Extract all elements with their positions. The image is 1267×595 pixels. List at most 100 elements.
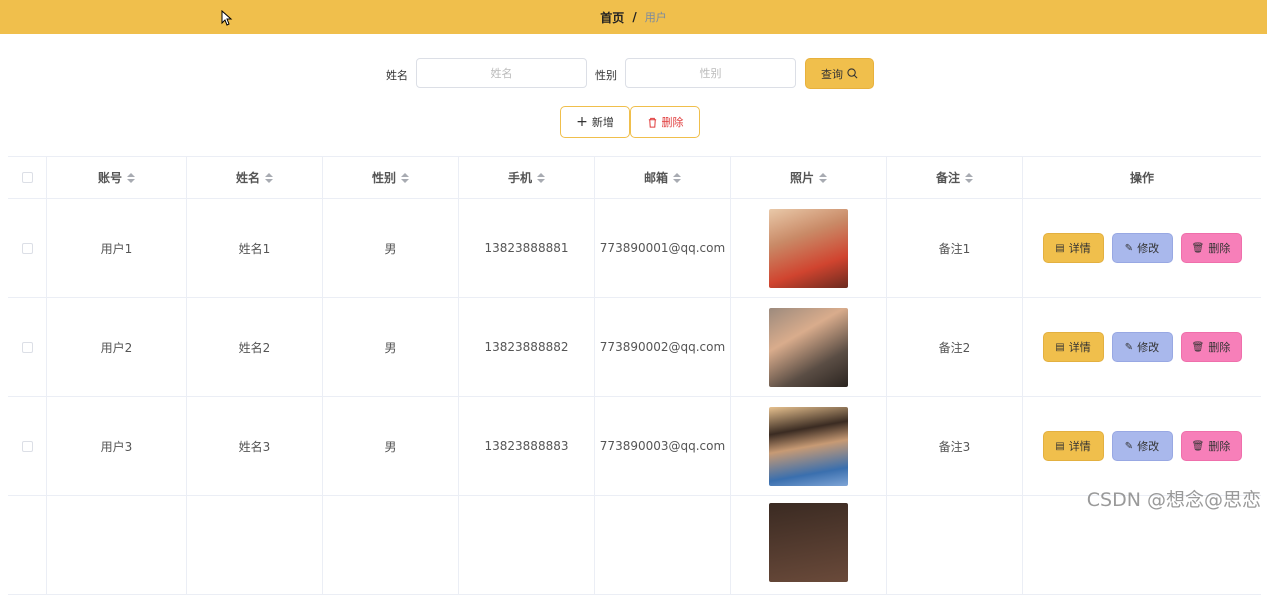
trash-icon <box>648 117 656 128</box>
delete-button[interactable]: 🗑 删除 <box>1180 233 1242 263</box>
sort-icon[interactable] <box>265 172 273 183</box>
cell-photo <box>731 496 887 594</box>
header-gender[interactable]: 性别 <box>323 157 459 198</box>
cell-gender: 男 <box>323 298 459 396</box>
cell-photo <box>731 298 887 396</box>
sort-icon[interactable] <box>819 172 827 183</box>
breadcrumb-home[interactable]: 首页 <box>600 9 624 26</box>
cell-remark <box>887 496 1023 594</box>
cell-name: 姓名1 <box>187 199 323 297</box>
name-label: 姓名 <box>386 69 408 82</box>
header-operation: 操作 <box>1023 157 1261 198</box>
batch-delete-button[interactable]: 删除 <box>630 106 700 138</box>
user-photo[interactable] <box>769 307 848 387</box>
delete-button[interactable]: 🗑 删除 <box>1180 431 1242 461</box>
cell-phone: 13823888882 <box>459 298 595 396</box>
user-photo[interactable] <box>769 406 848 486</box>
document-icon: ▤ <box>1055 242 1065 254</box>
header-account[interactable]: 账号 <box>47 157 187 198</box>
breadcrumb-current: 用户 <box>644 11 667 24</box>
row-checkbox[interactable] <box>21 242 33 254</box>
cell-email: 773890001@qq.com <box>595 199 731 297</box>
cell-phone <box>459 496 595 594</box>
cell-email: 773890003@qq.com <box>595 397 731 495</box>
header-remark-label: 备注 <box>935 171 960 185</box>
table-row-partial <box>8 496 1261 595</box>
cell-photo <box>731 199 887 297</box>
select-all-checkbox[interactable] <box>21 172 33 183</box>
cell-account <box>47 496 187 594</box>
gender-input[interactable] <box>625 58 796 88</box>
table-row: 用户3 姓名3 男 13823888883 773890003@qq.com 备… <box>8 397 1261 496</box>
detail-button[interactable]: ▤ 详情 <box>1042 233 1104 263</box>
cell-name: 姓名3 <box>187 397 323 495</box>
search-bar: 姓名 性别 查询 <box>0 58 1267 90</box>
edit-button[interactable]: ✎ 修改 <box>1111 233 1173 263</box>
detail-label: 详情 <box>1068 341 1091 354</box>
header-phone-label: 手机 <box>507 171 532 185</box>
header-name[interactable]: 姓名 <box>187 157 323 198</box>
header-remark[interactable]: 备注 <box>887 157 1023 198</box>
batch-delete-label: 删除 <box>661 116 684 129</box>
delete-label: 删除 <box>1208 341 1231 354</box>
detail-label: 详情 <box>1068 242 1091 255</box>
edit-label: 修改 <box>1137 341 1160 354</box>
cell-account: 用户3 <box>47 397 187 495</box>
cell-account: 用户1 <box>47 199 187 297</box>
user-photo[interactable] <box>769 208 848 288</box>
header-account-label: 账号 <box>97 171 122 185</box>
header-select-cell <box>8 157 47 198</box>
trash-icon: 🗑 <box>1191 341 1205 353</box>
cell-gender: 男 <box>323 199 459 297</box>
table-header-row: 账号 姓名 性别 手机 邮箱 照片 备注 操作 <box>8 157 1261 199</box>
watermark: CSDN @想念@思恋 <box>1086 489 1261 511</box>
sort-icon[interactable] <box>401 172 409 183</box>
edit-button[interactable]: ✎ 修改 <box>1111 332 1173 362</box>
edit-button[interactable]: ✎ 修改 <box>1111 431 1173 461</box>
edit-label: 修改 <box>1137 440 1160 453</box>
add-button-label: 新增 <box>591 116 614 129</box>
breadcrumb: 首页 / 用户 <box>0 0 1267 34</box>
add-button[interactable]: + 新增 <box>560 106 630 138</box>
header-photo-label: 照片 <box>789 171 814 185</box>
cell-remark: 备注1 <box>887 199 1023 297</box>
cell-name: 姓名2 <box>187 298 323 396</box>
cell-account: 用户2 <box>47 298 187 396</box>
row-checkbox[interactable] <box>21 440 33 452</box>
name-input[interactable] <box>416 58 587 88</box>
sort-icon[interactable] <box>127 172 135 183</box>
header-email[interactable]: 邮箱 <box>595 157 731 198</box>
sort-icon[interactable] <box>673 172 681 183</box>
header-photo[interactable]: 照片 <box>731 157 887 198</box>
edit-label: 修改 <box>1137 242 1160 255</box>
cell-gender: 男 <box>323 397 459 495</box>
detail-button[interactable]: ▤ 详情 <box>1042 332 1104 362</box>
header-email-label: 邮箱 <box>643 171 668 185</box>
cell-phone: 13823888883 <box>459 397 595 495</box>
document-icon: ▤ <box>1055 440 1065 452</box>
cell-name <box>187 496 323 594</box>
trash-icon: 🗑 <box>1191 242 1205 254</box>
table-row: 用户2 姓名2 男 13823888882 773890002@qq.com 备… <box>8 298 1261 397</box>
user-photo[interactable] <box>769 503 848 582</box>
cell-email: 773890002@qq.com <box>595 298 731 396</box>
trash-icon: 🗑 <box>1191 440 1205 452</box>
query-button-label: 查询 <box>821 67 843 81</box>
detail-label: 详情 <box>1068 440 1091 453</box>
gender-label: 性别 <box>595 69 617 82</box>
header-gender-label: 性别 <box>371 171 396 185</box>
query-button[interactable]: 查询 <box>805 58 874 89</box>
plus-icon: + <box>576 114 588 130</box>
delete-label: 删除 <box>1208 440 1231 453</box>
sort-icon[interactable] <box>965 172 973 183</box>
document-icon: ▤ <box>1055 341 1065 353</box>
sort-icon[interactable] <box>537 172 545 183</box>
pencil-icon: ✎ <box>1124 341 1134 353</box>
header-phone[interactable]: 手机 <box>459 157 595 198</box>
cell-email <box>595 496 731 594</box>
cell-operations: ▤ 详情 ✎ 修改 🗑 删除 <box>1023 199 1261 297</box>
detail-button[interactable]: ▤ 详情 <box>1042 431 1104 461</box>
delete-button[interactable]: 🗑 删除 <box>1180 332 1242 362</box>
cell-operations: ▤ 详情 ✎ 修改 🗑 删除 <box>1023 298 1261 396</box>
row-checkbox[interactable] <box>21 341 33 353</box>
